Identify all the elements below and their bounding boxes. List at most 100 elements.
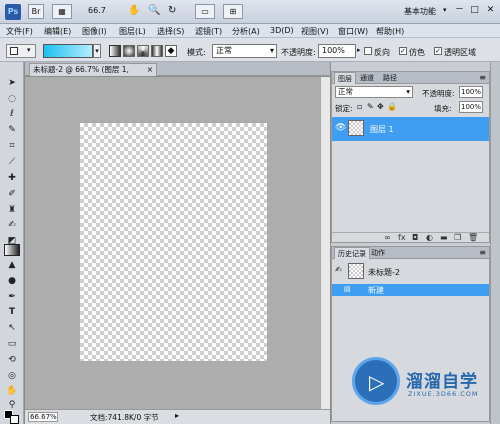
link-layers-icon[interactable]: ∞ (384, 233, 391, 242)
layer-row[interactable]: 👁 图层 1 (332, 117, 489, 141)
lock-position-icon[interactable]: ✥ (377, 102, 384, 111)
menu-filter[interactable]: 滤镜(T) (195, 26, 222, 37)
quick-selection-tool-icon[interactable]: ✎ (4, 124, 20, 137)
panel-menu-icon[interactable]: ≡ (479, 248, 486, 257)
transparency-checkbox[interactable]: ✓ (434, 47, 442, 55)
dither-label: 仿色 (409, 48, 425, 57)
background-color-swatch[interactable] (10, 415, 19, 424)
menu-file[interactable]: 文件(F) (6, 26, 33, 37)
menu-view[interactable]: 视图(V) (301, 26, 329, 37)
screen-mode-button[interactable]: ⊞ (223, 4, 243, 19)
mode-select[interactable]: 正常 ▾ (212, 44, 277, 58)
status-menu-arrow-icon[interactable]: ▸ (175, 411, 179, 420)
marquee-tool-icon[interactable]: ◌ (4, 93, 20, 106)
angle-gradient-button[interactable] (137, 45, 149, 57)
gradient-tool-icon[interactable] (4, 244, 20, 256)
trash-icon[interactable]: 🗑 (468, 233, 478, 242)
vertical-scrollbar[interactable] (320, 77, 330, 409)
lock-all-icon[interactable]: 🔒 (387, 102, 397, 111)
pen-tool-icon[interactable]: ✒ (4, 291, 20, 304)
healing-brush-tool-icon[interactable]: ✚ (4, 172, 20, 185)
zoom-level[interactable]: 66.7 (88, 6, 106, 15)
menu-image[interactable]: 图像(I) (82, 26, 107, 37)
maximize-button[interactable]: □ (467, 3, 482, 17)
adjustment-layer-icon[interactable]: ◐ (426, 233, 433, 242)
rotate-view-icon[interactable]: ↻ (168, 5, 176, 16)
tab-actions[interactable]: 动作 (368, 247, 388, 259)
transparent-canvas[interactable] (80, 123, 267, 361)
reverse-checkbox[interactable] (364, 47, 372, 55)
blend-mode-select[interactable]: 正常 ▾ (335, 86, 413, 98)
blur-tool-icon[interactable]: ▲ (4, 259, 20, 272)
layers-footer: ∞ fx ◘ ◐ ▬ ❐ 🗑 (332, 232, 489, 243)
view-extras-button[interactable]: ▦ (52, 4, 72, 19)
3d-rotate-tool-icon[interactable]: ⟲ (4, 354, 20, 367)
panel-collapse-strip[interactable] (490, 62, 500, 424)
lasso-tool-icon[interactable]: ℓ (4, 108, 20, 121)
play-icon: ▷ (369, 370, 385, 394)
menu-help[interactable]: 帮助(H) (376, 26, 404, 37)
linear-gradient-button[interactable] (109, 45, 121, 57)
status-zoom[interactable]: 66.67% (28, 412, 58, 422)
history-step-row[interactable]: ▤ 新建 (332, 284, 489, 296)
tab-paths[interactable]: 路径 (380, 72, 400, 84)
minimize-button[interactable]: － (452, 3, 467, 17)
menu-layer[interactable]: 图层(L) (119, 26, 146, 37)
layer-name[interactable]: 图层 1 (370, 124, 394, 135)
tab-history[interactable]: 历史记录 (334, 247, 370, 259)
3d-orbit-tool-icon[interactable]: ◎ (4, 370, 20, 383)
tab-channels[interactable]: 通道 (357, 72, 377, 84)
menu-select[interactable]: 选择(S) (157, 26, 184, 37)
add-mask-icon[interactable]: ◘ (412, 233, 418, 242)
document-tab[interactable]: 未标题-2 @ 66.7% (图层 1, RGB/8) × (29, 63, 157, 86)
move-tool-icon[interactable]: ➤ (4, 77, 20, 90)
arrange-documents-button[interactable]: ▭ (195, 4, 215, 19)
menu-3d[interactable]: 3D(D) (270, 26, 294, 35)
history-brush-source-icon[interactable]: ✍ (335, 265, 342, 274)
history-brush-tool-icon[interactable]: ✍ (4, 219, 20, 232)
mode-value: 正常 (216, 46, 232, 55)
radial-gradient-button[interactable] (123, 45, 135, 57)
fill-input[interactable]: 100% (459, 101, 483, 113)
eyedropper-tool-icon[interactable]: ⟋ (4, 156, 20, 169)
opacity-arrow-icon[interactable]: ▸ (357, 46, 361, 54)
layer-opacity-input[interactable]: 100% (459, 86, 483, 98)
zoom-tool-icon[interactable]: 🔍 (148, 5, 160, 16)
tab-layers[interactable]: 图层 (334, 72, 356, 84)
gradient-picker[interactable] (43, 44, 93, 58)
hand-tool-icon[interactable]: ✋ (4, 385, 20, 398)
snapshot-thumbnail (348, 263, 364, 279)
bridge-button[interactable]: Br (28, 4, 44, 19)
new-group-icon[interactable]: ▬ (440, 233, 448, 242)
type-tool-icon[interactable]: T (4, 306, 20, 319)
layer-style-icon[interactable]: fx (398, 233, 406, 242)
path-selection-tool-icon[interactable]: ↖ (4, 322, 20, 335)
crop-tool-icon[interactable]: ⌗ (4, 140, 20, 153)
menu-edit[interactable]: 编辑(E) (44, 26, 71, 37)
new-layer-icon[interactable]: ❐ (454, 233, 461, 242)
brush-tool-icon[interactable]: ✐ (4, 188, 20, 201)
menu-analysis[interactable]: 分析(A) (232, 26, 260, 37)
tool-preset-picker[interactable]: ▾ (6, 44, 36, 58)
hand-tool-icon[interactable]: ✋ (128, 5, 140, 16)
gradient-dropdown-arrow[interactable]: ▾ (93, 44, 101, 58)
menu-window[interactable]: 窗口(W) (338, 26, 368, 37)
shape-tool-icon[interactable]: ▭ (4, 338, 20, 351)
eye-icon[interactable]: 👁 (335, 123, 346, 133)
diamond-gradient-button[interactable]: ◆ (165, 45, 177, 57)
workspace-switcher[interactable]: 基本功能 (404, 6, 436, 17)
layer-opacity-label: 不透明度: (422, 89, 455, 98)
watermark-subtitle: ZIXUE.3D66.COM (408, 390, 479, 398)
dither-checkbox[interactable]: ✓ (399, 47, 407, 55)
chevron-down-icon[interactable]: ▾ (443, 6, 447, 14)
lock-image-icon[interactable]: ✎ (367, 102, 374, 111)
lock-transparent-icon[interactable]: ▫ (357, 102, 362, 111)
panel-menu-icon[interactable]: ≡ (479, 73, 486, 82)
dodge-tool-icon[interactable]: ● (4, 275, 20, 288)
close-button[interactable]: ✕ (483, 3, 498, 17)
reflected-gradient-button[interactable] (151, 45, 163, 57)
opacity-input[interactable]: 100% (318, 44, 356, 58)
history-snapshot-row[interactable]: ✍ 未标题-2 (332, 261, 489, 281)
close-tab-icon[interactable]: × (147, 64, 153, 76)
clone-stamp-tool-icon[interactable]: ♜ (4, 204, 20, 217)
